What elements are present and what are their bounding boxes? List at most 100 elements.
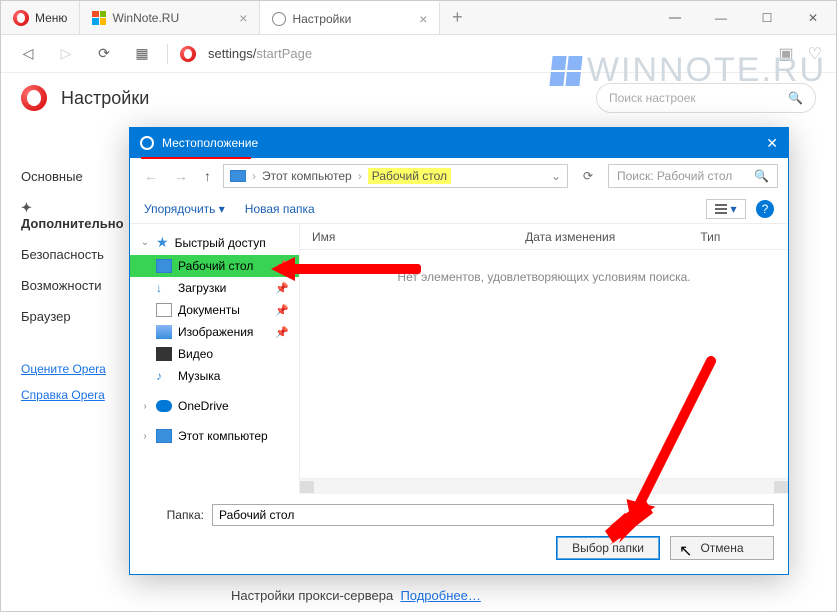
refresh-button[interactable]: ⟳ xyxy=(576,169,600,183)
close-icon[interactable]: × xyxy=(419,11,427,27)
proxy-settings-row: Настройки прокси-сервера Подробнее… xyxy=(231,588,481,603)
nav-up-button[interactable]: ↑ xyxy=(200,168,215,184)
dialog-toolbar: Упорядочить ▾ Новая папка ▾ ? xyxy=(130,194,788,224)
annotation-underline xyxy=(141,157,251,159)
breadcrumb[interactable]: › Этот компьютер › Рабочий стол ⌄ xyxy=(223,164,568,188)
tree-quick-access[interactable]: ⌄★Быстрый доступ xyxy=(130,230,299,255)
minimize-button[interactable]: — xyxy=(698,1,744,34)
list-empty-state: Нет элементов, удовлетворяющих условиям … xyxy=(300,250,788,478)
this-pc-icon xyxy=(156,429,172,443)
select-folder-button[interactable]: Выбор папки xyxy=(556,536,660,560)
tree-this-pc[interactable]: ›Этот компьютер xyxy=(130,425,299,447)
search-placeholder: Поиск настроек xyxy=(609,91,696,105)
separator xyxy=(167,44,168,64)
music-icon xyxy=(156,369,172,383)
tree-desktop[interactable]: Рабочий стол📌 xyxy=(130,255,299,277)
new-tab-button[interactable]: + xyxy=(440,1,474,34)
folder-input[interactable] xyxy=(212,504,774,526)
sidebar-item-features[interactable]: Возможности xyxy=(1,270,141,301)
menu-label: Меню xyxy=(35,11,67,25)
windows-icon xyxy=(92,11,106,25)
col-date[interactable]: Дата изменения xyxy=(513,230,688,244)
sidebar-item-basic[interactable]: Основные xyxy=(1,161,141,192)
chevron-right-icon: › xyxy=(252,169,256,183)
tree-downloads[interactable]: Загрузки📌 xyxy=(130,277,299,299)
tab-winnote[interactable]: WinNote.RU × xyxy=(80,1,260,34)
opera-logo-icon xyxy=(13,10,29,26)
folder-picker-dialog: Местоположение ✕ ← → ↑ › Этот компьютер … xyxy=(129,127,789,575)
nav-forward-button[interactable]: → xyxy=(170,168,192,184)
proxy-more-link[interactable]: Подробнее… xyxy=(400,588,480,603)
dialog-footer: Папка: Выбор папки Отмена xyxy=(130,494,788,574)
pin-icon: 📌 xyxy=(275,326,289,339)
watermark: WINNOTE.RU xyxy=(551,51,826,90)
folder-label: Папка: xyxy=(144,508,204,522)
settings-sidebar: Основные Дополнительно Безопасность Возм… xyxy=(1,161,141,408)
view-mode-button[interactable]: ▾ xyxy=(706,199,746,219)
sidebar-item-browser[interactable]: Браузер xyxy=(1,301,141,332)
chevron-right-icon: › xyxy=(358,169,362,183)
url-field[interactable]: settings/startPage xyxy=(208,46,312,61)
opera-logo-icon xyxy=(21,85,47,111)
dialog-title-bar[interactable]: Местоположение ✕ xyxy=(130,128,788,158)
tree-videos[interactable]: Видео xyxy=(130,343,299,365)
sidebar-item-security[interactable]: Безопасность xyxy=(1,239,141,270)
pin-icon: 📌 xyxy=(275,304,289,317)
folder-input-row: Папка: xyxy=(144,504,774,526)
gear-icon xyxy=(272,12,286,26)
onedrive-icon xyxy=(156,400,172,412)
reload-button[interactable]: ⟳ xyxy=(91,41,117,67)
col-name[interactable]: Имя xyxy=(300,230,513,244)
cursor-icon: ↖ xyxy=(679,541,692,561)
dialog-title: Местоположение xyxy=(162,136,258,150)
new-folder-button[interactable]: Новая папка xyxy=(245,202,315,216)
menu-button[interactable]: Меню xyxy=(1,1,80,34)
tab-strip: WinNote.RU × Настройки × + xyxy=(80,1,652,34)
opera-icon xyxy=(140,136,154,150)
chevron-down-icon[interactable]: ⌄ xyxy=(551,169,561,183)
window-controls: ⎯⎯ — ☐ ✕ xyxy=(652,1,836,34)
file-list: Имя Дата изменения Тип Нет элементов, уд… xyxy=(300,224,788,494)
window-title-bar: Меню WinNote.RU × Настройки × + ⎯⎯ — ☐ ✕ xyxy=(1,1,836,35)
search-placeholder: Поиск: Рабочий стол xyxy=(617,169,732,183)
search-icon: 🔍 xyxy=(754,169,769,183)
url-page: startPage xyxy=(256,46,312,61)
column-headers[interactable]: Имя Дата изменения Тип xyxy=(300,224,788,250)
pin-icon: 📌 xyxy=(275,260,289,273)
video-icon xyxy=(156,347,172,361)
dialog-body: ⌄★Быстрый доступ Рабочий стол📌 Загрузки📌… xyxy=(130,224,788,494)
nav-back-button[interactable]: ← xyxy=(140,168,162,184)
speed-dial-button[interactable]: ▦ xyxy=(129,41,155,67)
tab-settings[interactable]: Настройки × xyxy=(260,1,440,34)
rate-opera-link[interactable]: Оцените Opera xyxy=(1,356,141,382)
help-button[interactable]: ? xyxy=(756,200,774,218)
maximize-button[interactable]: ☐ xyxy=(744,1,790,34)
organize-menu[interactable]: Упорядочить ▾ xyxy=(144,202,225,216)
close-icon[interactable]: × xyxy=(239,10,247,26)
folder-tree: ⌄★Быстрый доступ Рабочий стол📌 Загрузки📌… xyxy=(130,224,300,494)
crumb-leaf[interactable]: Рабочий стол xyxy=(368,168,451,184)
url-prefix: settings/ xyxy=(208,46,256,61)
horizontal-scrollbar[interactable] xyxy=(300,478,788,494)
tree-onedrive[interactable]: ›OneDrive xyxy=(130,395,299,417)
watermark-text: WINNOTE.RU xyxy=(587,51,826,90)
opera-icon xyxy=(180,46,196,62)
pin-icon: 📌 xyxy=(275,282,289,295)
dialog-close-button[interactable]: ✕ xyxy=(766,135,778,152)
tree-music[interactable]: Музыка xyxy=(130,365,299,387)
pictures-icon xyxy=(156,325,172,339)
col-type[interactable]: Тип xyxy=(688,230,788,244)
download-icon xyxy=(156,281,172,295)
speed-dial-icon[interactable]: ⎯⎯ xyxy=(652,1,698,34)
page-title: Настройки xyxy=(61,88,149,109)
help-opera-link[interactable]: Справка Opera xyxy=(1,382,141,408)
empty-text: Нет элементов, удовлетворяющих условиям … xyxy=(397,270,690,284)
close-window-button[interactable]: ✕ xyxy=(790,1,836,34)
sidebar-item-advanced[interactable]: Дополнительно xyxy=(1,192,141,239)
tree-documents[interactable]: Документы📌 xyxy=(130,299,299,321)
forward-button[interactable]: ▷ xyxy=(53,41,79,67)
tree-pictures[interactable]: Изображения📌 xyxy=(130,321,299,343)
back-button[interactable]: ◁ xyxy=(15,41,41,67)
dialog-search[interactable]: Поиск: Рабочий стол 🔍 xyxy=(608,164,778,188)
crumb-root[interactable]: Этот компьютер xyxy=(262,169,352,183)
